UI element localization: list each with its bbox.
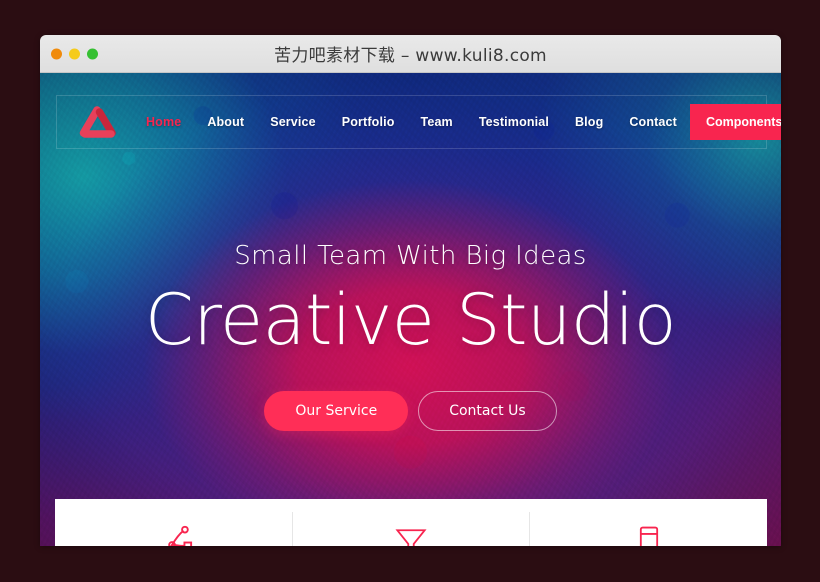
browser-window: 苦力吧素材下载 – www.kuli8.com Home About Servi… — [40, 35, 781, 546]
feature-item-design[interactable] — [55, 512, 292, 546]
hero-actions: Our Service Contact Us — [40, 390, 781, 431]
nav-item-home[interactable]: Home — [133, 115, 194, 129]
mobile-phone-icon — [629, 523, 669, 546]
hero-title: Creative Studio — [144, 279, 677, 361]
feature-item-mobile[interactable] — [529, 512, 767, 546]
screenshot-root: 苦力吧素材下载 – www.kuli8.com Home About Servi… — [0, 0, 820, 582]
nav-item-about[interactable]: About — [194, 115, 257, 129]
zoom-button-icon[interactable] — [87, 48, 98, 59]
contact-us-button[interactable]: Contact Us — [418, 390, 557, 431]
components-button[interactable]: Components — [689, 104, 781, 140]
nav-item-testimonial[interactable]: Testimonial — [466, 115, 562, 129]
our-service-button[interactable]: Our Service — [264, 390, 409, 431]
site-navbar: Home About Service Portfolio Team Testim… — [56, 95, 781, 149]
hero-section: Small Team With Big Ideas Creative Studi… — [40, 241, 781, 431]
creative-studio-logo[interactable] — [71, 102, 123, 142]
nav-item-portfolio[interactable]: Portfolio — [329, 115, 408, 129]
feature-card — [55, 499, 767, 546]
funnel-filter-icon — [391, 523, 431, 546]
close-button-icon[interactable] — [51, 48, 62, 59]
window-title: 苦力吧素材下载 – www.kuli8.com — [274, 46, 547, 66]
nav-item-contact[interactable]: Contact — [616, 115, 690, 129]
window-controls — [51, 48, 98, 59]
nav-item-service[interactable]: Service — [257, 115, 329, 129]
nav-links: Home About Service Portfolio Team Testim… — [133, 96, 690, 148]
page-viewport: Home About Service Portfolio Team Testim… — [40, 73, 781, 546]
window-titlebar: 苦力吧素材下载 – www.kuli8.com — [40, 35, 781, 73]
feature-item-filter[interactable] — [291, 512, 530, 546]
hero-subtitle: Small Team With Big Ideas — [234, 241, 587, 271]
bezier-path-icon — [152, 522, 194, 546]
nav-item-blog[interactable]: Blog — [562, 115, 616, 129]
minimize-button-icon[interactable] — [69, 48, 80, 59]
nav-item-team[interactable]: Team — [407, 115, 465, 129]
